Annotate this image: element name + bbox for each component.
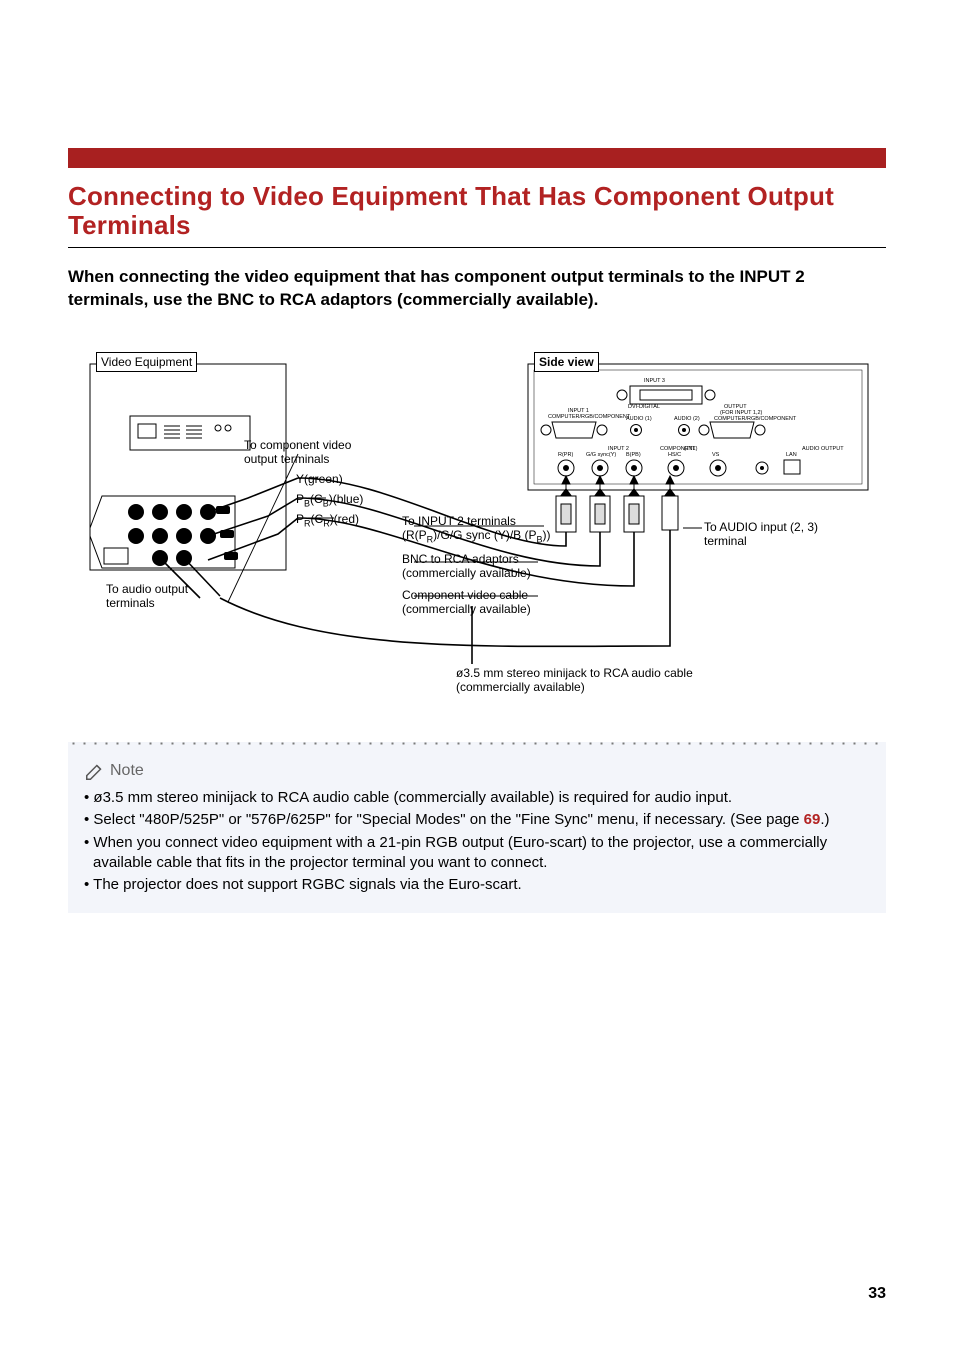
svg-text:(TTL): (TTL): [684, 446, 698, 452]
intro-text: When connecting the video equipment that…: [68, 266, 886, 312]
note-item: Select "480P/525P" or "576P/625P" for "S…: [84, 810, 870, 830]
pr-red-label: PR(CR)(red): [296, 512, 359, 529]
page-number: 33: [868, 1285, 886, 1303]
side-view-label: Side view: [534, 352, 599, 372]
svg-text:HS/C: HS/C: [668, 452, 681, 458]
svg-text:COMPUTER/RGB/COMPONENT: COMPUTER/RGB/COMPONENT: [548, 414, 631, 420]
svg-text:LAN: LAN: [786, 452, 797, 458]
svg-text:AUDIO (1): AUDIO (1): [626, 416, 652, 422]
svg-text:R(PR): R(PR): [558, 452, 573, 458]
note-box: Note ø3.5 mm stereo minijack to RCA audi…: [68, 742, 886, 913]
connection-diagram: INPUT 3 DVI-DIGITAL INPUT 1 COMPUTER/RGB…: [68, 346, 886, 706]
note-separator: [68, 742, 886, 745]
minijack-label: ø3.5 mm stereo minijack to RCA audio cab…: [456, 666, 736, 695]
to-audio-out-label: To audio output terminals: [106, 582, 216, 611]
note-heading: Note: [84, 760, 870, 782]
pencil-icon: [84, 760, 106, 782]
note-item: When you connect video equipment with a …: [84, 833, 870, 874]
svg-text:INPUT 3: INPUT 3: [644, 378, 665, 384]
component-cable-label: Component video cable (commercially avai…: [402, 588, 562, 617]
to-audio-input-label: To AUDIO input (2, 3) terminal: [704, 520, 844, 549]
video-equipment-label: Video Equipment: [96, 352, 197, 372]
svg-text:B(PB): B(PB): [626, 452, 641, 458]
page-reference: 69: [804, 811, 821, 828]
svg-text:DVI-DIGITAL: DVI-DIGITAL: [628, 404, 660, 410]
note-heading-text: Note: [110, 762, 144, 780]
note-item: The projector does not support RGBC sign…: [84, 875, 870, 895]
note-list: ø3.5 mm stereo minijack to RCA audio cab…: [84, 788, 870, 895]
svg-text:VS: VS: [712, 452, 720, 458]
to-input2-label: To INPUT 2 terminals (R(PR)/G/G sync (Y)…: [402, 514, 552, 546]
svg-text:G/G sync(Y): G/G sync(Y): [586, 452, 616, 458]
pb-blue-label: PB(CB)(blue): [296, 492, 363, 509]
svg-text:AUDIO OUTPUT: AUDIO OUTPUT: [802, 446, 844, 452]
component-out-label: To component video output terminals: [244, 438, 364, 467]
header-bar: [68, 148, 886, 168]
svg-text:AUDIO (2): AUDIO (2): [674, 416, 700, 422]
title-rule: [68, 247, 886, 248]
svg-text:COMPUTER/RGB/COMPONENT: COMPUTER/RGB/COMPONENT: [714, 416, 797, 422]
bnc-adaptors-label: BNC to RCA adaptors (commercially availa…: [402, 552, 552, 581]
note-item: ø3.5 mm stereo minijack to RCA audio cab…: [84, 788, 870, 808]
y-green-label: Y(green): [296, 472, 343, 486]
page-title: Connecting to Video Equipment That Has C…: [68, 182, 886, 239]
